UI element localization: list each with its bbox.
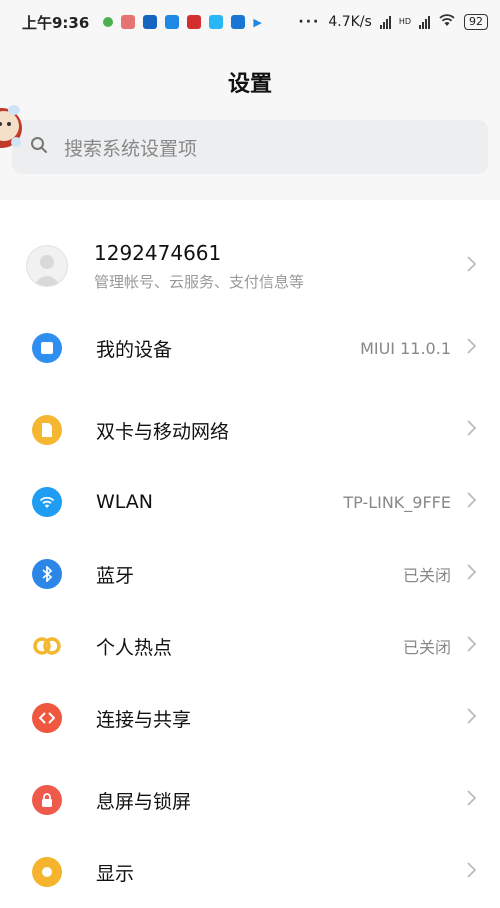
more-notifications-icon: ··· xyxy=(298,14,321,30)
search-input[interactable]: 搜索系统设置项 xyxy=(12,120,488,174)
chevron-right-icon xyxy=(467,707,477,729)
notification-app-icon xyxy=(121,15,136,29)
notification-app-icon xyxy=(165,15,180,29)
chevron-right-icon xyxy=(467,419,477,441)
notification-app-icon xyxy=(209,15,224,29)
settings-item-value: TP-LINK_9FFE xyxy=(343,492,451,512)
wifi-icon xyxy=(32,487,62,517)
signal-icon xyxy=(419,15,430,29)
notification-app-icon xyxy=(103,17,114,27)
hd-label: HD xyxy=(398,17,411,26)
hotspot-icon xyxy=(32,631,62,661)
settings-item-label: 我的设备 xyxy=(96,338,173,361)
floating-mascot-icon[interactable] xyxy=(0,94,26,156)
settings-item-connection-share[interactable]: 连接与共享 xyxy=(0,682,500,754)
chevron-right-icon xyxy=(467,563,477,585)
lock-icon xyxy=(32,785,62,815)
avatar xyxy=(26,245,68,287)
account-name: 1292474661 xyxy=(94,240,222,265)
settings-item-label: 个人热点 xyxy=(96,636,173,659)
chevron-right-icon xyxy=(467,337,477,359)
page-title: 设置 xyxy=(0,44,500,120)
chevron-right-icon xyxy=(467,635,477,657)
settings-item-hotspot[interactable]: 个人热点 已关闭 xyxy=(0,610,500,682)
settings-item-value: 已关闭 xyxy=(402,638,451,657)
settings-item-label: 蓝牙 xyxy=(96,564,135,587)
status-time: 上午9:36 xyxy=(22,13,90,32)
sim-card-icon xyxy=(32,415,62,445)
settings-item-display[interactable]: 显示 xyxy=(0,836,500,908)
settings-item-lock-screen[interactable]: 息屏与锁屏 xyxy=(0,764,500,836)
settings-item-label: 双卡与移动网络 xyxy=(96,420,230,443)
display-icon xyxy=(32,857,62,887)
bluetooth-icon xyxy=(32,559,62,589)
notification-app-icon xyxy=(187,15,202,29)
search-placeholder: 搜索系统设置项 xyxy=(64,137,198,160)
account-subtitle: 管理帐号、云服务、支付信息等 xyxy=(94,272,305,291)
signal-icon xyxy=(379,15,391,29)
settings-item-label: 显示 xyxy=(96,862,135,885)
network-speed: 4.7K/s xyxy=(328,14,372,30)
search-icon xyxy=(30,136,64,159)
settings-item-value: MIUI 11.0.1 xyxy=(360,338,451,358)
settings-item-my-device[interactable]: 我的设备 MIUI 11.0.1 xyxy=(0,312,500,384)
device-icon xyxy=(32,333,62,363)
status-bar: 上午9:36 ▶ ··· 4.7K/s HD 92 xyxy=(0,0,500,44)
settings-item-bluetooth[interactable]: 蓝牙 已关闭 xyxy=(0,538,500,610)
connection-share-icon xyxy=(32,703,62,733)
chevron-right-icon xyxy=(467,255,477,277)
settings-item-sim-network[interactable]: 双卡与移动网络 xyxy=(0,394,500,466)
settings-item-label: WLAN xyxy=(96,491,154,513)
chevron-right-icon xyxy=(467,491,477,513)
chevron-right-icon xyxy=(467,789,477,811)
play-icon: ▶ xyxy=(253,15,262,29)
notification-app-icon xyxy=(143,15,158,29)
settings-item-wlan[interactable]: WLAN TP-LINK_9FFE xyxy=(0,466,500,538)
chevron-right-icon xyxy=(467,861,477,883)
notification-app-icon xyxy=(231,15,246,29)
settings-item-label: 连接与共享 xyxy=(96,708,192,731)
battery-indicator: 92 xyxy=(464,14,488,30)
wifi-status-icon xyxy=(438,13,456,31)
settings-item-value: 已关闭 xyxy=(402,566,451,585)
settings-item-label: 息屏与锁屏 xyxy=(96,790,192,813)
account-row[interactable]: 1292474661 管理帐号、云服务、支付信息等 xyxy=(0,220,500,312)
